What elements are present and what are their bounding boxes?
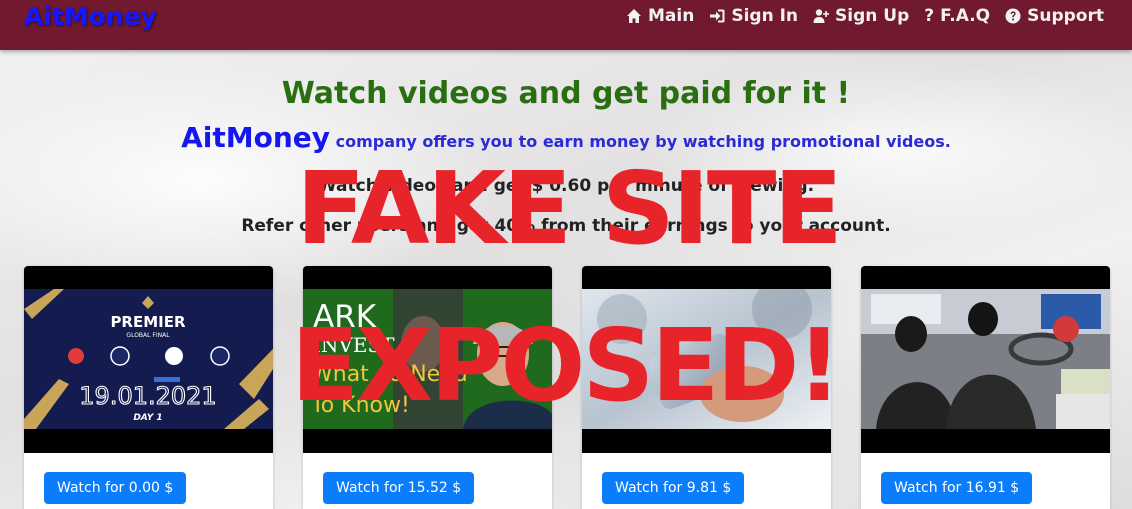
thumb-title: PREMIER <box>110 313 186 331</box>
watch-button[interactable]: Watch for 16.91 $ <box>881 472 1033 504</box>
team-logo <box>68 348 84 364</box>
referral-line: Refer other users and get 40% from their… <box>241 216 891 236</box>
video-thumbnail[interactable]: PREMIER GLOBAL FINAL 19.01.2021 DAY 1 <box>24 266 273 453</box>
question-icon: ? <box>924 6 935 26</box>
thumb-title: ARK <box>313 299 377 335</box>
nav-menu: Main Sign In Sign Up ? F.A.Q Support <box>626 6 1104 26</box>
nav-sign-up-label: Sign Up <box>835 6 910 26</box>
nav-faq-label: F.A.Q <box>940 6 991 26</box>
nav-sign-in[interactable]: Sign In <box>709 6 798 26</box>
offer-bold-text: by watching promotional videos. <box>655 132 951 151</box>
team-logo <box>110 346 130 366</box>
nav-support-label: Support <box>1027 6 1104 26</box>
offer-text: company offers you to earn money <box>335 132 650 151</box>
nav-main[interactable]: Main <box>626 6 694 26</box>
video-thumbnail[interactable] <box>861 266 1110 453</box>
thumb-day: DAY 1 <box>133 413 162 423</box>
thumb-subtitle: INVEST <box>313 333 395 357</box>
thumb-date: 19.01.2021 <box>79 382 216 410</box>
thumb-caption: What ou Need <box>311 362 468 387</box>
video-card: Watch for 16.91 $ <box>861 266 1110 509</box>
phone-thumbnail-art <box>582 289 831 429</box>
page-headline: Watch videos and get paid for it ! <box>281 76 851 111</box>
watch-button[interactable]: Watch for 15.52 $ <box>323 472 475 504</box>
video-card: ARK INVEST What ou Need To Know! Watch f… <box>303 266 552 509</box>
top-navbar: AitMoney Main Sign In Sign Up ? F.A.Q Su… <box>0 0 1132 50</box>
brand-logo[interactable]: AitMoney <box>24 2 157 31</box>
question-circle-icon <box>1005 8 1021 24</box>
watch-button[interactable]: Watch for 9.81 $ <box>602 472 745 504</box>
nav-faq[interactable]: ? F.A.Q <box>924 6 990 26</box>
offer-line: AitMoney company offers you to earn mone… <box>0 121 1132 154</box>
ark-thumbnail-art: ARK INVEST What ou Need To Know! <box>303 289 552 429</box>
premier-thumbnail-art: PREMIER GLOBAL FINAL 19.01.2021 DAY 1 <box>24 289 273 429</box>
watch-button[interactable]: Watch for 0.00 $ <box>44 472 187 504</box>
video-card: Watch for 9.81 $ <box>582 266 831 509</box>
thumb-subtitle: GLOBAL FINAL <box>126 332 170 339</box>
video-thumbnail[interactable]: ARK INVEST What ou Need To Know! <box>303 266 552 453</box>
home-icon <box>627 9 642 23</box>
video-card: PREMIER GLOBAL FINAL 19.01.2021 DAY 1 Wa… <box>24 266 273 509</box>
nav-sign-in-label: Sign In <box>731 6 799 26</box>
team-logo <box>165 347 183 365</box>
nav-sign-up[interactable]: Sign Up <box>813 6 909 26</box>
rate-line: Watch videos and get $ 0.60 per minute o… <box>317 176 815 196</box>
nav-support[interactable]: Support <box>1005 6 1104 26</box>
sign-in-icon <box>710 9 725 23</box>
thumb-caption: To Know! <box>310 393 410 418</box>
team-logo <box>210 346 230 366</box>
user-plus-icon <box>813 9 830 23</box>
video-thumbnail[interactable] <box>582 266 831 453</box>
hero-section: Watch videos and get paid for it ! AitMo… <box>0 76 1132 236</box>
nav-main-label: Main <box>648 6 695 26</box>
robbery-thumbnail-art <box>861 289 1110 429</box>
offer-brand: AitMoney <box>181 121 331 154</box>
